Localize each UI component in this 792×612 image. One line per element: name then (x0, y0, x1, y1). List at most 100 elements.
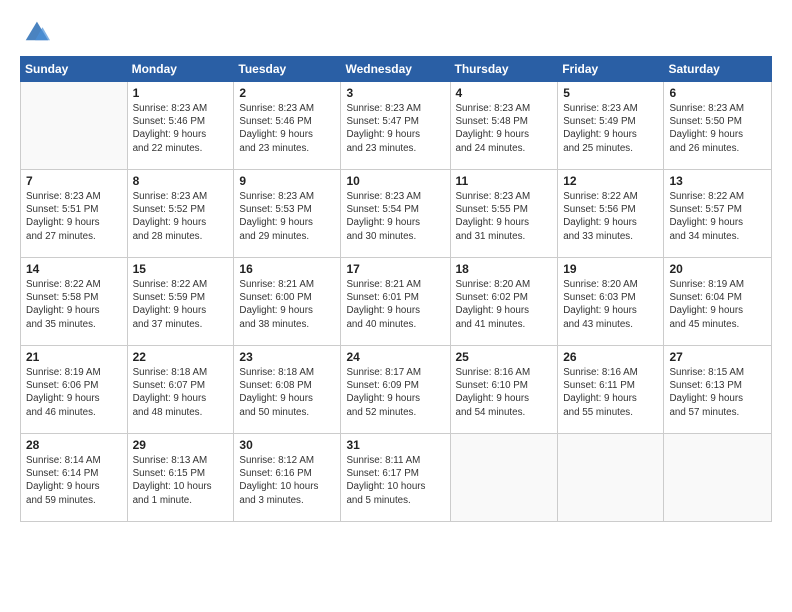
day-number: 5 (563, 86, 658, 100)
day-cell: 7 Sunrise: 8:23 AMSunset: 5:51 PMDaylight… (21, 170, 128, 258)
weekday-header-row: SundayMondayTuesdayWednesdayThursdayFrid… (21, 57, 772, 82)
day-cell: 30 Sunrise: 8:12 AMSunset: 6:16 PMDayligh… (234, 434, 341, 522)
day-cell: 10Sunrise: 8:23 AMSunset: 5:54 PMDayligh… (341, 170, 450, 258)
weekday-header-monday: Monday (127, 57, 234, 82)
day-info: Sunrise: 8:22 AMSunset: 5:58 PMDaylight:… (26, 278, 122, 331)
day-number: 16 (239, 262, 335, 276)
day-info: Sunrise: 8:20 AMSunset: 6:02 PMDaylight:… (456, 278, 553, 331)
day-cell: 8 Sunrise: 8:23 AMSunset: 5:52 PMDaylight… (127, 170, 234, 258)
day-cell: 20 Sunrise: 8:19 AMSunset: 6:04 PMDayligh… (664, 258, 772, 346)
day-cell: 24 Sunrise: 8:17 AMSunset: 6:09 PMDayligh… (341, 346, 450, 434)
day-number: 15 (133, 262, 229, 276)
day-number: 20 (669, 262, 766, 276)
day-info: Sunrise: 8:23 AMSunset: 5:53 PMDaylight:… (239, 190, 335, 243)
day-number: 2 (239, 86, 335, 100)
day-cell (450, 434, 558, 522)
day-info: Sunrise: 8:17 AMSunset: 6:09 PMDaylight:… (346, 366, 444, 419)
day-cell: 18 Sunrise: 8:20 AMSunset: 6:02 PMDayligh… (450, 258, 558, 346)
day-number: 18 (456, 262, 553, 276)
day-number: 1 (133, 86, 229, 100)
week-row-5: 28 Sunrise: 8:14 AMSunset: 6:14 PMDayligh… (21, 434, 772, 522)
day-number: 11 (456, 174, 553, 188)
day-number: 6 (669, 86, 766, 100)
day-info: Sunrise: 8:23 AMSunset: 5:48 PMDaylight:… (456, 102, 553, 155)
day-cell: 5Sunrise: 8:23 AMSunset: 5:49 PMDaylight… (558, 82, 664, 170)
day-cell: 16 Sunrise: 8:21 AMSunset: 6:00 PMDayligh… (234, 258, 341, 346)
day-number: 28 (26, 438, 122, 452)
day-info: Sunrise: 8:19 AMSunset: 6:04 PMDaylight:… (669, 278, 766, 331)
day-info: Sunrise: 8:20 AMSunset: 6:03 PMDaylight:… (563, 278, 658, 331)
day-number: 29 (133, 438, 229, 452)
day-cell (664, 434, 772, 522)
day-number: 9 (239, 174, 335, 188)
logo (20, 16, 50, 44)
day-info: Sunrise: 8:23 AMSunset: 5:54 PMDaylight:… (346, 190, 444, 243)
day-number: 26 (563, 350, 658, 364)
day-info: Sunrise: 8:23 AMSunset: 5:55 PMDaylight:… (456, 190, 553, 243)
day-number: 27 (669, 350, 766, 364)
day-cell: 11 Sunrise: 8:23 AMSunset: 5:55 PMDayligh… (450, 170, 558, 258)
weekday-header-friday: Friday (558, 57, 664, 82)
day-number: 30 (239, 438, 335, 452)
day-cell: 26 Sunrise: 8:16 AMSunset: 6:11 PMDayligh… (558, 346, 664, 434)
day-cell: 3Sunrise: 8:23 AMSunset: 5:47 PMDaylight… (341, 82, 450, 170)
day-number: 23 (239, 350, 335, 364)
day-info: Sunrise: 8:21 AMSunset: 6:01 PMDaylight:… (346, 278, 444, 331)
day-number: 21 (26, 350, 122, 364)
weekday-header-tuesday: Tuesday (234, 57, 341, 82)
day-number: 19 (563, 262, 658, 276)
day-info: Sunrise: 8:22 AMSunset: 5:57 PMDaylight:… (669, 190, 766, 243)
day-cell: 31 Sunrise: 8:11 AMSunset: 6:17 PMDayligh… (341, 434, 450, 522)
weekday-header-wednesday: Wednesday (341, 57, 450, 82)
day-number: 12 (563, 174, 658, 188)
day-cell: 27 Sunrise: 8:15 AMSunset: 6:13 PMDayligh… (664, 346, 772, 434)
day-info: Sunrise: 8:18 AMSunset: 6:07 PMDaylight:… (133, 366, 229, 419)
day-cell: 23Sunrise: 8:18 AMSunset: 6:08 PMDayligh… (234, 346, 341, 434)
page: SundayMondayTuesdayWednesdayThursdayFrid… (0, 0, 792, 612)
day-info: Sunrise: 8:21 AMSunset: 6:00 PMDaylight:… (239, 278, 335, 331)
day-info: Sunrise: 8:16 AMSunset: 6:10 PMDaylight:… (456, 366, 553, 419)
day-cell: 15Sunrise: 8:22 AMSunset: 5:59 PMDayligh… (127, 258, 234, 346)
day-info: Sunrise: 8:23 AMSunset: 5:50 PMDaylight:… (669, 102, 766, 155)
day-number: 8 (133, 174, 229, 188)
day-cell: 25 Sunrise: 8:16 AMSunset: 6:10 PMDayligh… (450, 346, 558, 434)
day-info: Sunrise: 8:16 AMSunset: 6:11 PMDaylight:… (563, 366, 658, 419)
day-number: 17 (346, 262, 444, 276)
day-info: Sunrise: 8:12 AMSunset: 6:16 PMDaylight:… (239, 454, 335, 507)
logo-icon (22, 16, 50, 44)
day-number: 7 (26, 174, 122, 188)
day-cell: 4 Sunrise: 8:23 AMSunset: 5:48 PMDaylight… (450, 82, 558, 170)
calendar-table: SundayMondayTuesdayWednesdayThursdayFrid… (20, 56, 772, 522)
day-cell: 2 Sunrise: 8:23 AMSunset: 5:46 PMDaylight… (234, 82, 341, 170)
day-cell: 29 Sunrise: 8:13 AMSunset: 6:15 PMDayligh… (127, 434, 234, 522)
day-info: Sunrise: 8:13 AMSunset: 6:15 PMDaylight:… (133, 454, 229, 507)
day-info: Sunrise: 8:15 AMSunset: 6:13 PMDaylight:… (669, 366, 766, 419)
day-cell: 12 Sunrise: 8:22 AMSunset: 5:56 PMDayligh… (558, 170, 664, 258)
day-cell: 21Sunrise: 8:19 AMSunset: 6:06 PMDayligh… (21, 346, 128, 434)
day-number: 14 (26, 262, 122, 276)
day-number: 13 (669, 174, 766, 188)
weekday-header-sunday: Sunday (21, 57, 128, 82)
day-cell (21, 82, 128, 170)
day-cell: 22 Sunrise: 8:18 AMSunset: 6:07 PMDayligh… (127, 346, 234, 434)
day-number: 25 (456, 350, 553, 364)
day-number: 22 (133, 350, 229, 364)
day-cell: 17 Sunrise: 8:21 AMSunset: 6:01 PMDayligh… (341, 258, 450, 346)
day-info: Sunrise: 8:23 AMSunset: 5:46 PMDaylight:… (133, 102, 229, 155)
day-info: Sunrise: 8:11 AMSunset: 6:17 PMDaylight:… (346, 454, 444, 507)
week-row-3: 14 Sunrise: 8:22 AMSunset: 5:58 PMDayligh… (21, 258, 772, 346)
day-cell: 13 Sunrise: 8:22 AMSunset: 5:57 PMDayligh… (664, 170, 772, 258)
week-row-2: 7 Sunrise: 8:23 AMSunset: 5:51 PMDaylight… (21, 170, 772, 258)
day-number: 31 (346, 438, 444, 452)
day-cell: 14 Sunrise: 8:22 AMSunset: 5:58 PMDayligh… (21, 258, 128, 346)
day-info: Sunrise: 8:23 AMSunset: 5:46 PMDaylight:… (239, 102, 335, 155)
day-info: Sunrise: 8:23 AMSunset: 5:52 PMDaylight:… (133, 190, 229, 243)
header (20, 16, 772, 44)
weekday-header-thursday: Thursday (450, 57, 558, 82)
day-number: 4 (456, 86, 553, 100)
day-cell: 6 Sunrise: 8:23 AMSunset: 5:50 PMDaylight… (664, 82, 772, 170)
day-info: Sunrise: 8:23 AMSunset: 5:51 PMDaylight:… (26, 190, 122, 243)
day-number: 24 (346, 350, 444, 364)
day-info: Sunrise: 8:14 AMSunset: 6:14 PMDaylight:… (26, 454, 122, 507)
day-info: Sunrise: 8:22 AMSunset: 5:56 PMDaylight:… (563, 190, 658, 243)
